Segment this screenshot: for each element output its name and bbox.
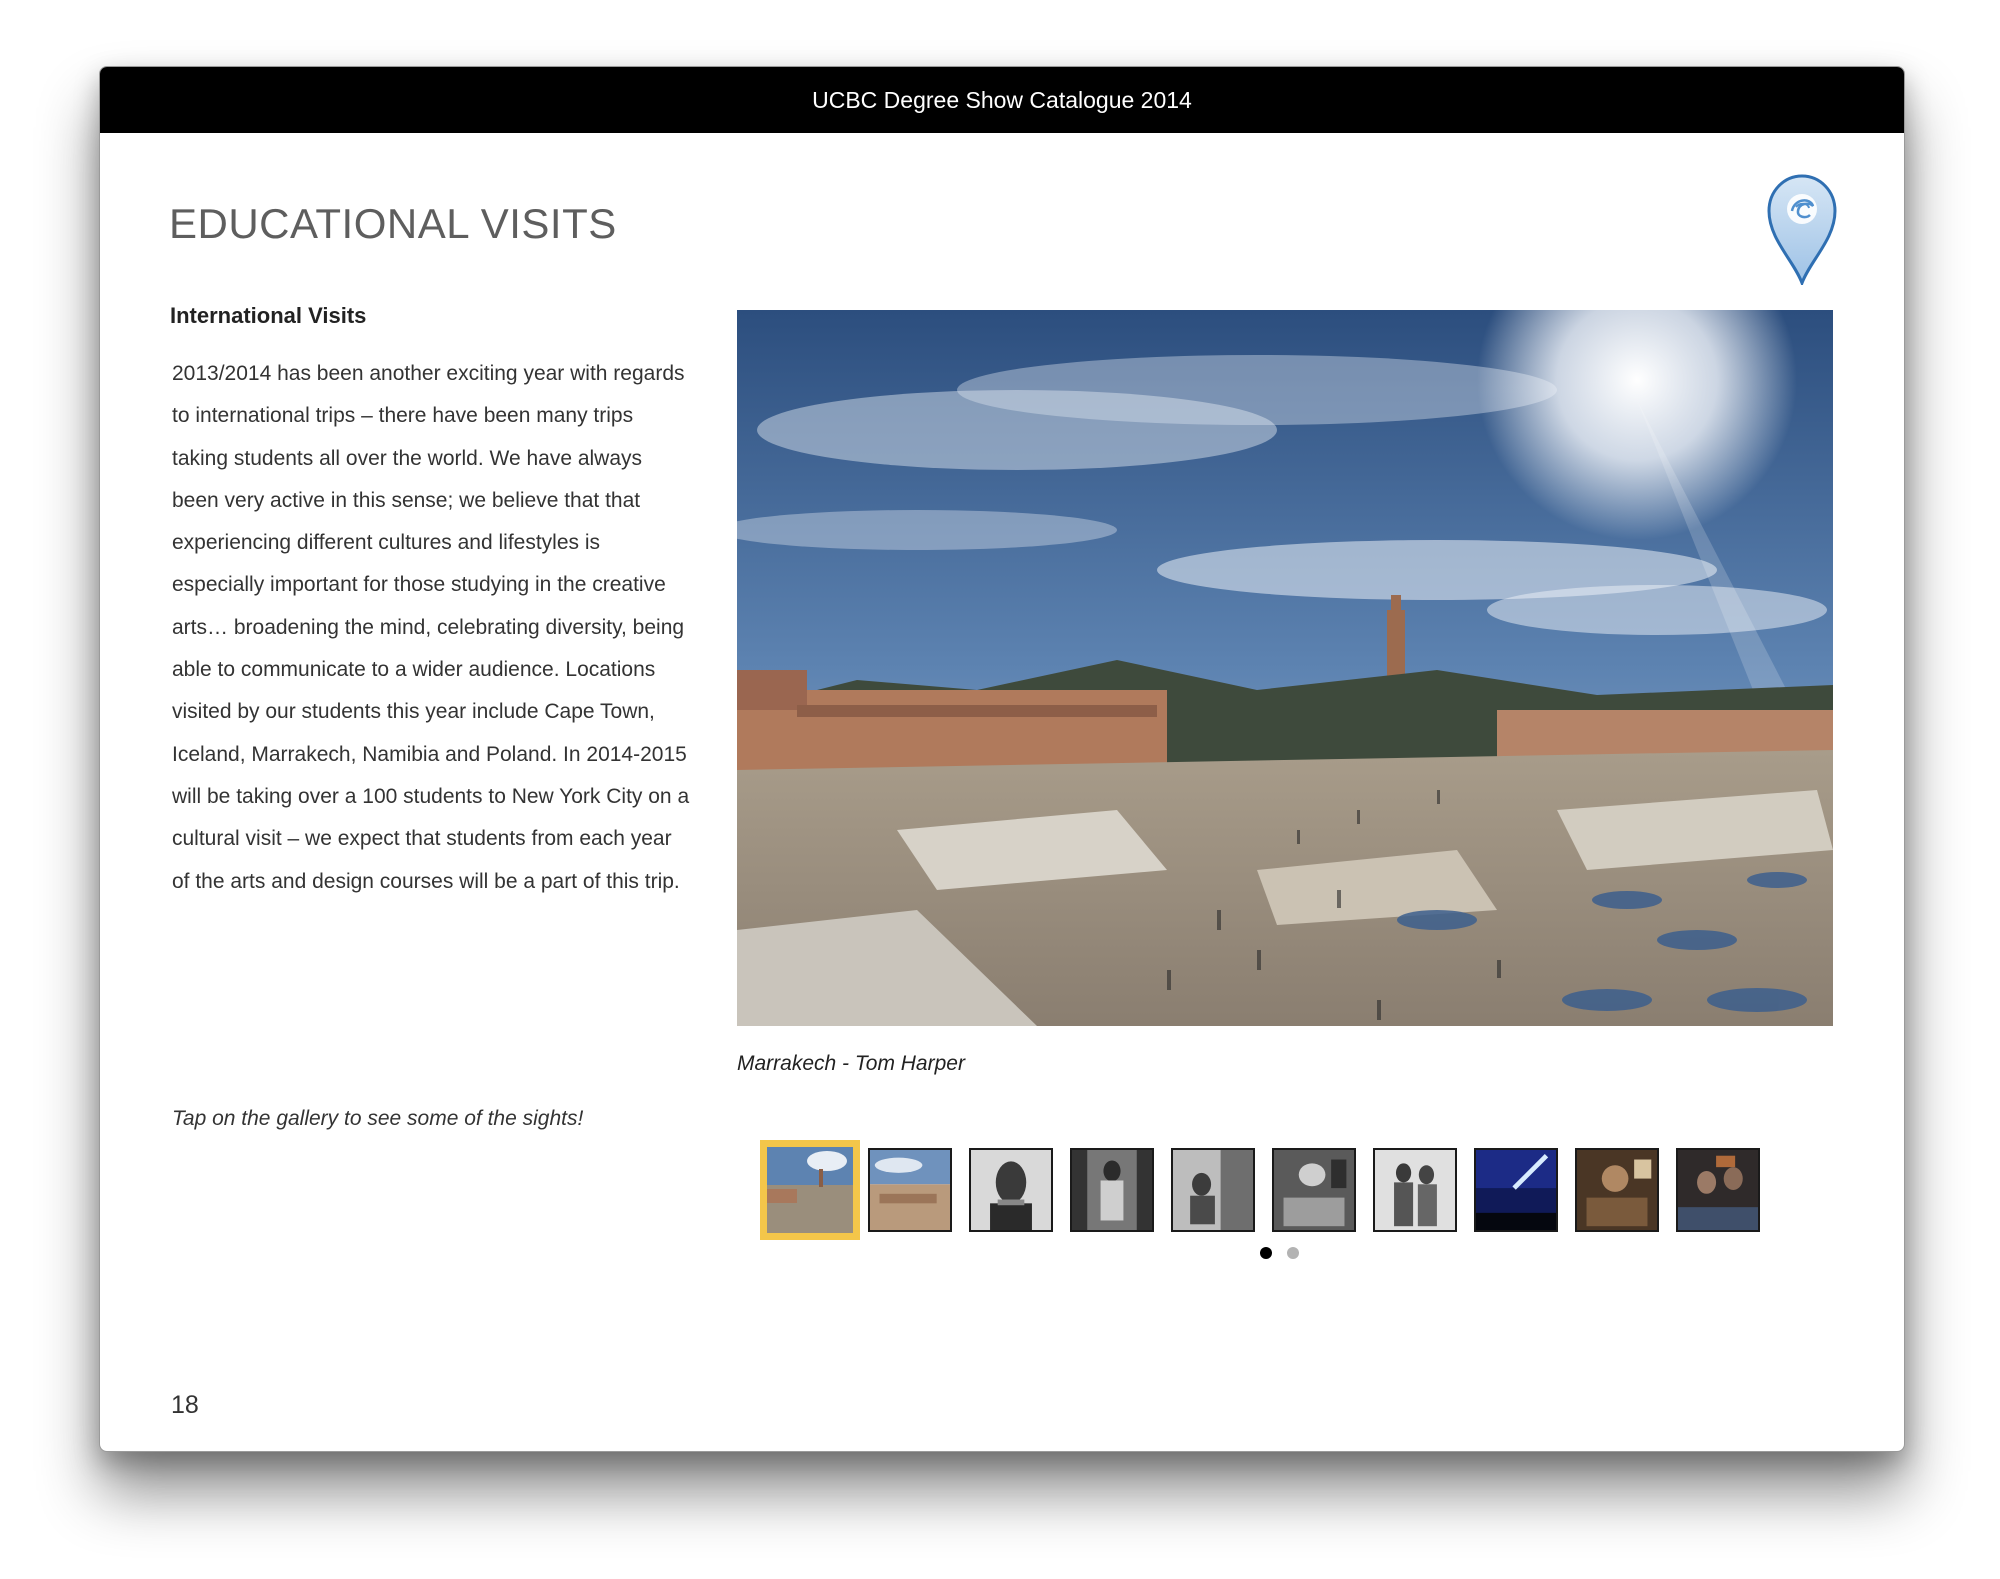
gallery-hint: Tap on the gallery to see some of the si…: [172, 1107, 584, 1130]
gallery-thumbnail[interactable]: [1171, 1148, 1255, 1232]
gallery-page-indicator: [1260, 1247, 1320, 1263]
section-heading: International Visits: [170, 303, 367, 328]
gallery-thumbnail[interactable]: [1373, 1148, 1457, 1232]
gallery-thumbnail[interactable]: [1474, 1148, 1558, 1232]
gallery-thumbnail[interactable]: [969, 1148, 1053, 1232]
map-pin-icon[interactable]: [1766, 173, 1838, 288]
gallery-thumbnail[interactable]: [1575, 1148, 1659, 1232]
page-number: 18: [171, 1391, 199, 1419]
gallery-thumbnail[interactable]: [1070, 1148, 1154, 1232]
body-paragraph: 2013/2014 has been another exciting year…: [172, 362, 690, 893]
page-dot-active[interactable]: [1260, 1247, 1272, 1259]
page-dot[interactable]: [1287, 1247, 1299, 1259]
thumbnail-strip: [760, 1138, 1830, 1240]
gallery-thumbnail[interactable]: [760, 1140, 860, 1240]
gallery-main-photo[interactable]: [717, 220, 1833, 1026]
page-title: EDUCATIONAL VISITS: [169, 200, 617, 247]
window-title: UCBC Degree Show Catalogue 2014: [100, 67, 1904, 133]
gallery-thumbnail[interactable]: [1272, 1148, 1356, 1232]
app-window: UCBC Degree Show Catalogue 2014 EDUCATIO…: [99, 66, 1905, 1452]
photo-caption: Marrakech - Tom Harper: [737, 1052, 965, 1075]
gallery-thumbnail[interactable]: [1676, 1148, 1760, 1232]
gallery-thumbnail[interactable]: [868, 1148, 952, 1232]
